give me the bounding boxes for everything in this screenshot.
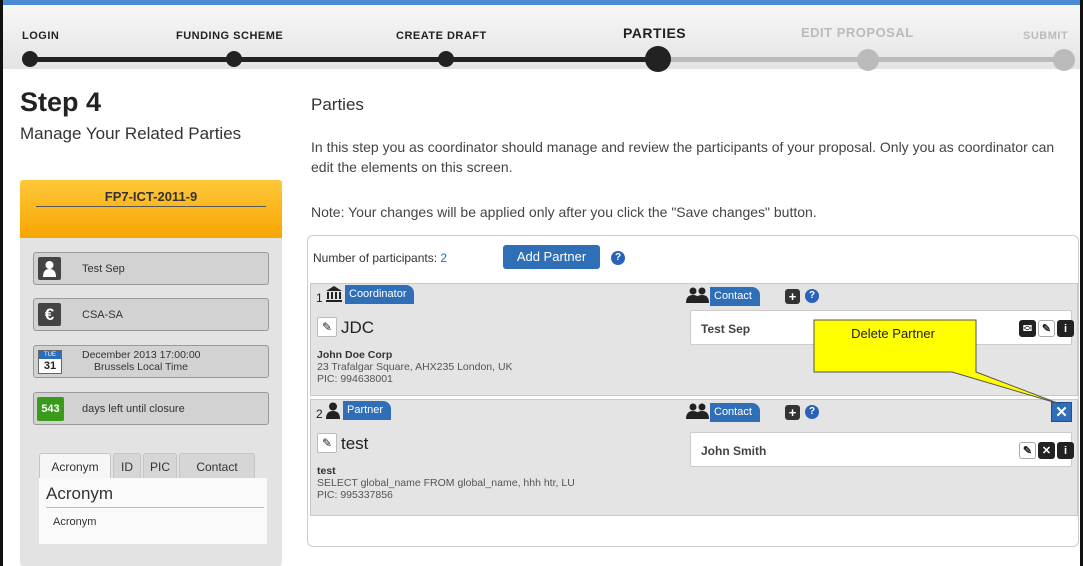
info-icon[interactable]: i xyxy=(1057,442,1074,459)
step-submit: SUBMIT xyxy=(1023,30,1069,42)
institution-icon xyxy=(325,286,343,305)
page-title: Parties xyxy=(311,95,364,114)
contact-name: John Smith xyxy=(701,444,767,458)
contact-box-partner: John Smith ✎ ✕ i xyxy=(690,432,1074,467)
contact-group-icon xyxy=(686,287,710,306)
step-dot-login[interactable] xyxy=(22,51,38,67)
tab-panel-heading: Acronym xyxy=(46,484,114,503)
step-dot-parties xyxy=(645,46,671,72)
party-details: test SELECT global_name FROM global_name… xyxy=(317,465,575,501)
call-header: FP7-ICT-2011-9 xyxy=(20,180,282,238)
party-short-name: JDC xyxy=(341,318,375,337)
days-left-count: 543 xyxy=(37,397,64,421)
contact-tag: Contact xyxy=(710,287,760,306)
euro-icon: € xyxy=(38,303,61,326)
remove-contact-icon[interactable]: ✕ xyxy=(1038,442,1055,459)
tab-contact[interactable]: Contact xyxy=(179,453,255,479)
help-icon[interactable]: ? xyxy=(611,251,625,265)
step-dot-submit xyxy=(1053,49,1075,71)
intro-text: In this step you as coordinator should m… xyxy=(311,139,1055,175)
days-left-label: days left until closure xyxy=(82,403,185,415)
contact-help-icon[interactable]: ? xyxy=(805,289,819,303)
delete-partner-tooltip-callout xyxy=(813,319,1061,405)
step-dot-edit-proposal xyxy=(857,49,879,71)
edit-short-name-partner[interactable]: ✎ xyxy=(317,433,337,453)
party-legal-name: John Doe Corp xyxy=(317,349,393,361)
contact-name: Test Sep xyxy=(701,322,751,336)
search-tabs: Acronym ID PIC Contact xyxy=(39,453,267,479)
person-icon xyxy=(325,402,341,422)
call-id: FP7-ICT-2011-9 xyxy=(104,189,198,204)
step-dot-funding-scheme[interactable] xyxy=(226,51,242,67)
party-legal-name: test xyxy=(317,465,336,477)
tab-id[interactable]: ID xyxy=(113,453,141,479)
contact-group-icon xyxy=(686,403,710,422)
deadline-info-box: TUE 31 December 2013 17:00:00 Brussels L… xyxy=(33,345,269,378)
party-number: 1 xyxy=(316,291,323,305)
contact-tag: Contact xyxy=(710,403,760,422)
call-header-divider xyxy=(36,206,266,207)
step-subtitle: Manage Your Related Parties xyxy=(20,124,242,143)
user-icon xyxy=(38,257,61,280)
participants-count: 2 xyxy=(440,251,448,265)
party-short-name: test xyxy=(341,434,369,453)
user-info-box: Test Sep xyxy=(33,252,269,285)
step-title: Step 4 xyxy=(20,87,102,117)
party-address: 23 Trafalgar Square, AHX235 London, UK xyxy=(317,361,513,373)
pencil-icon[interactable]: ✎ xyxy=(317,317,337,337)
scheme-name: CSA-SA xyxy=(82,309,123,321)
step-create-draft[interactable]: CREATE DRAFT xyxy=(396,30,487,42)
party-pic: PIC: 994638001 xyxy=(317,373,393,385)
deadline-date: December 2013 17:00:00 xyxy=(82,349,201,361)
add-contact-icon[interactable]: + xyxy=(785,289,800,304)
party-pic: PIC: 995337856 xyxy=(317,489,393,501)
role-tag-partner: Partner xyxy=(343,401,392,420)
save-note: Note: Your changes will be applied only … xyxy=(311,204,817,220)
tab-panel-divider xyxy=(46,507,264,508)
step-edit-proposal: EDIT PROPOSAL xyxy=(801,25,914,40)
acronym-list-item[interactable]: Acronym xyxy=(53,516,96,528)
participants-label: Number of participants: xyxy=(313,251,438,265)
edit-short-name-coordinator[interactable]: ✎ xyxy=(317,317,337,337)
tab-panel-acronym: Acronym Acronym xyxy=(39,478,267,544)
role-tag-coordinator: Coordinator xyxy=(345,285,415,304)
step-dot-create-draft[interactable] xyxy=(438,51,454,67)
calendar-icon: TUE 31 xyxy=(38,350,62,374)
pencil-icon[interactable]: ✎ xyxy=(317,433,337,453)
tab-acronym[interactable]: Acronym xyxy=(39,453,111,479)
scheme-info-box: € CSA-SA xyxy=(33,298,269,331)
participants-count-row: Number of participants: 2 xyxy=(313,251,447,265)
tab-pic[interactable]: PIC xyxy=(143,453,177,479)
step-parties: PARTIES xyxy=(623,25,687,41)
party-address: SELECT global_name FROM global_name, hhh… xyxy=(317,477,575,489)
deadline-timezone: Brussels Local Time xyxy=(94,361,188,373)
add-partner-button[interactable]: Add Partner xyxy=(503,245,600,269)
delete-partner-tooltip: Delete Partner xyxy=(851,326,935,341)
add-contact-icon[interactable]: + xyxy=(785,405,800,420)
step-login[interactable]: LOGIN xyxy=(22,30,59,42)
step-funding-scheme[interactable]: FUNDING SCHEME xyxy=(176,30,283,42)
progress-track-done xyxy=(30,57,658,62)
party-details: John Doe Corp 23 Trafalgar Square, AHX23… xyxy=(317,349,513,385)
party-number: 2 xyxy=(316,407,323,421)
user-name: Test Sep xyxy=(82,263,125,275)
calendar-weekday: TUE xyxy=(39,351,61,359)
edit-contact-icon[interactable]: ✎ xyxy=(1019,442,1036,459)
days-left-box: 543 days left until closure xyxy=(33,392,269,425)
calendar-day: 31 xyxy=(43,360,57,372)
